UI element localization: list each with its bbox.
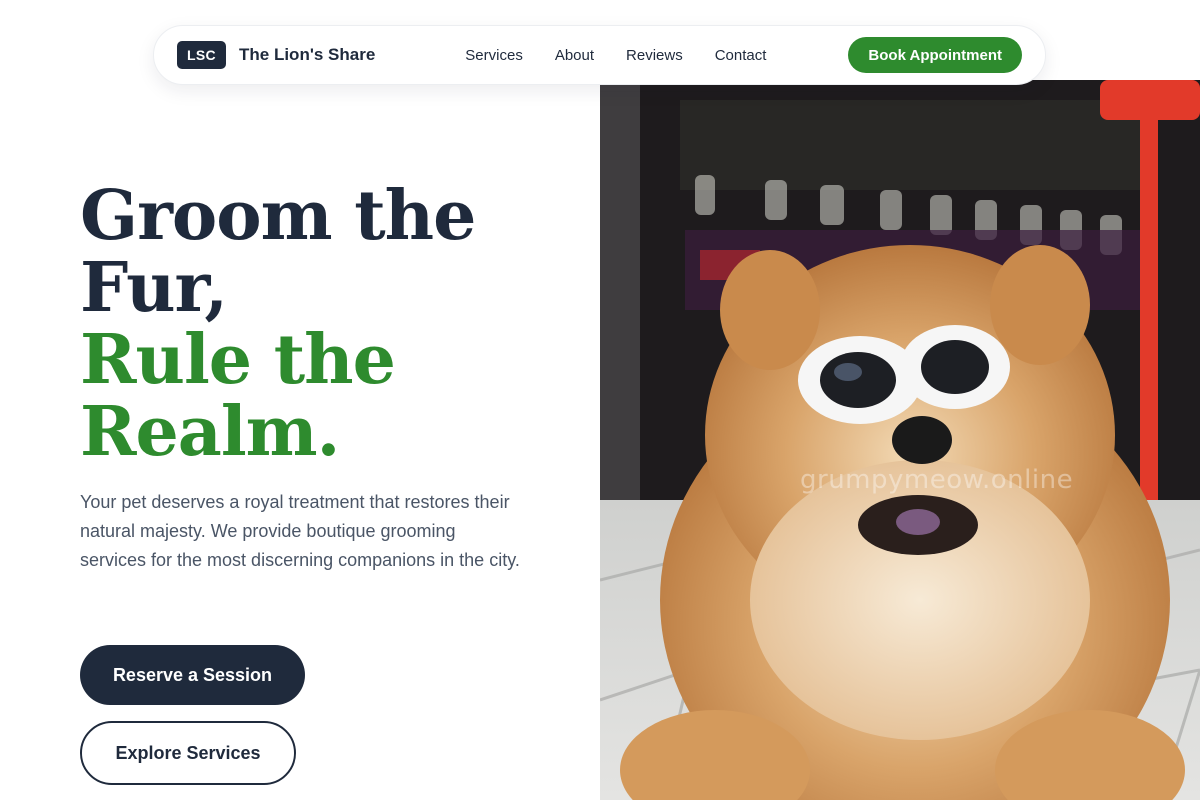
hero-title-line: Fur, <box>80 248 228 328</box>
hero-description: Your pet deserves a royal treatment that… <box>80 492 520 570</box>
nav-link-reviews[interactable]: Reviews <box>626 47 683 64</box>
landing-page: grumpymeow.online LSC The Lion's Share S… <box>0 0 1200 800</box>
nav-link-contact[interactable]: Contact <box>715 47 767 64</box>
top-navbar: LSC The Lion's Share Services About Revi… <box>153 25 1046 85</box>
image-watermark: grumpymeow.online <box>800 465 1074 495</box>
explore-services-button[interactable]: Explore Services <box>80 721 296 785</box>
dog-illustration <box>600 80 1200 800</box>
hero-title-line-accent: Rule the <box>80 320 396 400</box>
hero-dog-image: grumpymeow.online <box>600 80 1200 800</box>
hero-title-line: Groom the <box>80 176 476 256</box>
brand[interactable]: LSC The Lion's Share <box>177 41 375 69</box>
nav-link-services[interactable]: Services <box>465 47 523 64</box>
hero-title: Groom the Fur, Rule the Realm. <box>80 180 580 468</box>
brand-name[interactable]: The Lion's Share <box>239 45 375 65</box>
hero-title-line-accent: Realm. <box>80 392 340 472</box>
brand-logo[interactable]: LSC <box>177 41 226 69</box>
book-appointment-button[interactable]: Book Appointment <box>848 37 1022 73</box>
nav-links: Services About Reviews Contact <box>465 47 766 64</box>
reserve-session-button[interactable]: Reserve a Session <box>80 645 305 705</box>
nav-link-about[interactable]: About <box>555 47 594 64</box>
